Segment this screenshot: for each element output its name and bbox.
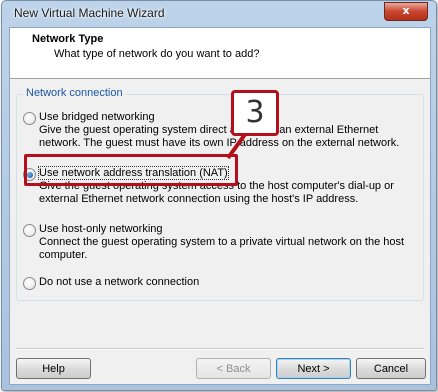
wizard-body: Network Type What type of network do you… [9,27,431,385]
group-label: Network connection [23,87,126,99]
window-title: New Virtual Machine Wizard [14,6,165,20]
back-button[interactable]: < Back [196,358,271,379]
wizard-header: Network Type What type of network do you… [10,28,430,79]
button-separator [16,348,424,350]
option-nat-description: Give the guest operating system access t… [39,180,394,205]
option-no-network-label[interactable]: Do not use a network connection [39,276,199,288]
radio-no-network[interactable] [23,277,36,290]
radio-nat[interactable] [23,168,36,181]
option-host-only-label[interactable]: Use host-only networking [39,223,163,235]
option-host-only-description: Connect the guest operating system to a … [39,236,405,261]
next-button[interactable]: Next > [276,358,351,379]
help-button[interactable]: Help [16,358,91,379]
option-bridged-description: Give the guest operating system direct a… [39,124,400,149]
step-badge: 3 [231,90,279,136]
close-icon: x [402,4,410,17]
option-bridged-label[interactable]: Use bridged networking [39,111,155,123]
page-subtitle: What type of network do you want to add? [54,48,260,60]
wizard-window: New Virtual Machine Wizard x Network Typ… [1,0,437,391]
page-title: Network Type [32,33,104,45]
option-nat-label[interactable]: Use network address translation (NAT) [38,166,229,180]
close-button[interactable]: x [384,2,428,21]
cancel-button[interactable]: Cancel [356,358,426,379]
radio-host-only[interactable] [23,224,36,237]
radio-bridged[interactable] [23,112,36,125]
title-bar[interactable]: New Virtual Machine Wizard x [2,1,436,27]
